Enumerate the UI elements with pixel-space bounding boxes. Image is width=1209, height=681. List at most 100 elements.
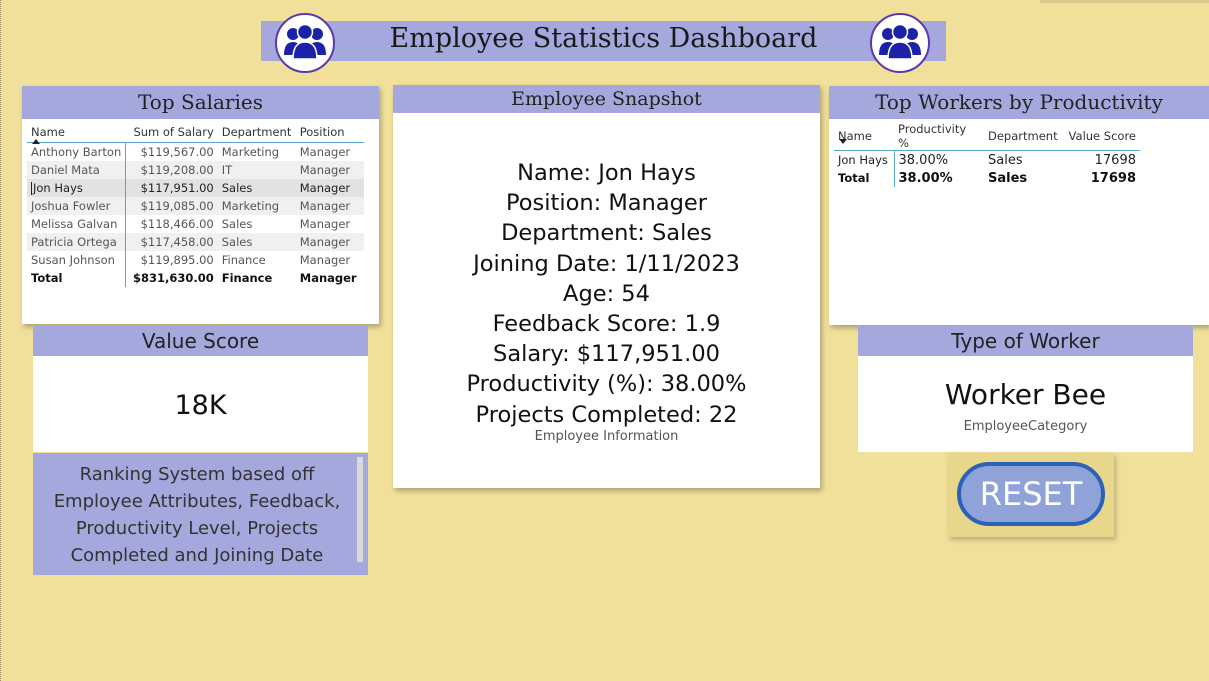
cell-total-department: Sales	[988, 170, 1028, 186]
cell-total-position: Manager	[299, 271, 357, 285]
cell-name: Jon Hays	[27, 179, 127, 197]
table-row[interactable]: Jon Hays 38.00% Sales 17698	[834, 150, 1140, 169]
table-row[interactable]: Susan Johnson $119,895.00 Finance Manage…	[27, 251, 364, 269]
cell-salary: $119,085.00	[125, 197, 218, 215]
cell-position: Manager	[295, 161, 364, 179]
cell-department: Sales	[221, 217, 253, 231]
table-row[interactable]: Anthony Barton $119,567.00 Marketing Man…	[27, 142, 364, 161]
sort-ascending-icon	[32, 139, 40, 144]
cell-department: Marketing	[217, 197, 296, 215]
snapshot-productivity: Productivity (%): 38.00%	[466, 371, 747, 398]
cell-name: Joshua Fowler	[27, 197, 127, 215]
table-row-selected[interactable]: Jon Hays $117,951.00 Sales Manager	[27, 179, 364, 197]
top-workers-title: Top Workers by Productivity	[829, 86, 1209, 119]
cell-productivity: 38.00%	[898, 152, 949, 168]
ranking-description-box: Ranking System based off Employee Attrib…	[33, 453, 368, 575]
people-group-icon	[870, 13, 930, 73]
cell-total-value-score: 17698	[1090, 170, 1136, 186]
table-row[interactable]: Joshua Fowler $119,085.00 Marketing Mana…	[27, 197, 364, 215]
column-header-salary[interactable]: Sum of Salary	[126, 122, 218, 143]
cell-position: Manager	[299, 253, 351, 267]
cell-name: Melissa Galvan	[27, 215, 127, 233]
cell-salary: $117,458.00	[125, 233, 218, 251]
top-salaries-card: Top Salaries Name Sum of Salary Departme…	[22, 86, 379, 324]
column-header-productivity[interactable]: Productivity %	[894, 122, 984, 151]
cell-department: IT	[217, 161, 296, 179]
snapshot-department: Department: Sales	[501, 220, 712, 247]
cell-position: Manager	[295, 233, 364, 251]
ranking-description: Ranking System based off Employee Attrib…	[53, 464, 341, 566]
column-header-department[interactable]: Department	[218, 122, 296, 143]
cell-total-department: Finance	[221, 271, 273, 285]
cell-name: Susan Johnson	[27, 251, 127, 269]
table-row[interactable]: Melissa Galvan $118,466.00 Sales Manager	[27, 215, 364, 233]
cell-salary: $117,951.00	[125, 179, 218, 197]
cell-salary: $118,466.00	[140, 217, 214, 231]
people-group-icon	[275, 13, 335, 73]
cell-department: Finance	[221, 253, 266, 267]
top-salaries-table: Name Sum of Salary Department Position A…	[27, 122, 364, 287]
snapshot-age: Age: 54	[563, 280, 650, 307]
table-row[interactable]: Patricia Ortega $117,458.00 Sales Manage…	[27, 233, 364, 251]
snapshot-joining-date: Joining Date: 1/11/2023	[473, 250, 740, 277]
column-header-department[interactable]: Department	[984, 122, 1062, 151]
cell-department: Marketing	[221, 145, 280, 159]
page-title: Employee Statistics Dashboard	[389, 23, 818, 54]
table-total-row: Total $831,630.00 Finance Manager	[27, 269, 364, 287]
cell-name: Patricia Ortega	[27, 233, 127, 251]
cell-salary: $119,208.00	[125, 161, 218, 179]
value-score-card: Value Score 18K	[33, 326, 368, 452]
cell-total-label: Total	[27, 269, 127, 287]
employee-snapshot-caption: Employee Information	[534, 429, 679, 444]
column-header-name[interactable]: Name	[27, 122, 126, 144]
snapshot-name: Name: Jon Hays	[517, 160, 696, 186]
top-workers-table: Name Productivity % Department Value Sco…	[834, 122, 1140, 187]
cell-total-label: Total	[834, 169, 895, 187]
table-total-row: Total 38.00% Sales 17698	[834, 169, 1140, 187]
cell-position: Manager	[295, 179, 364, 197]
cell-department: Sales	[988, 152, 1023, 168]
title-banner: Employee Statistics Dashboard	[261, 21, 946, 61]
scrollbar[interactable]	[357, 457, 363, 562]
snapshot-feedback-score: Feedback Score: 1.9	[492, 311, 721, 338]
column-header-value-score[interactable]: Value Score	[1062, 122, 1140, 151]
worker-type-value: Worker Bee	[944, 378, 1107, 411]
canvas-shadow	[1040, 0, 1209, 3]
value-score-title: Value Score	[33, 326, 368, 356]
cell-salary: $119,567.00	[140, 145, 214, 159]
cell-name: Daniel Mata	[27, 161, 127, 179]
value-score-value: 18K	[174, 390, 227, 421]
worker-type-card: Type of Worker Worker Bee EmployeeCatego…	[858, 326, 1193, 452]
cell-position: Manager	[299, 145, 351, 159]
cell-name: Anthony Barton	[27, 142, 127, 161]
table-header-row: Name Productivity % Department Value Sco…	[834, 122, 1140, 151]
cell-total-salary: $831,630.00	[132, 271, 214, 285]
sort-descending-icon	[839, 139, 847, 144]
column-header-position[interactable]: Position	[296, 122, 364, 143]
snapshot-position: Position: Manager	[506, 190, 707, 217]
cell-name: Jon Hays	[834, 150, 895, 169]
cell-salary: $119,895.00	[140, 253, 214, 267]
top-salaries-title: Top Salaries	[22, 86, 379, 119]
reset-button-container: RESET	[948, 453, 1114, 537]
employee-snapshot-title: Employee Snapshot	[393, 85, 820, 113]
column-header-name[interactable]: Name	[834, 122, 894, 151]
employee-snapshot-details: Name: Jon Hays Position: Manager Departm…	[393, 158, 820, 430]
top-workers-card: Top Workers by Productivity Name Product…	[829, 86, 1209, 325]
worker-type-label: EmployeeCategory	[963, 419, 1088, 434]
snapshot-projects-completed: Projects Completed: 22	[475, 401, 738, 428]
cell-department: Sales	[217, 233, 296, 251]
employee-snapshot-card: Employee Snapshot Name: Jon Hays Positio…	[393, 85, 820, 488]
canvas-edge	[0, 0, 1, 681]
text-cursor	[31, 182, 32, 195]
table-header-row: Name Sum of Salary Department Position	[27, 122, 364, 144]
table-row[interactable]: Daniel Mata $119,208.00 IT Manager	[27, 161, 364, 179]
cell-total-productivity: 38.00%	[898, 170, 953, 186]
worker-type-title: Type of Worker	[858, 326, 1193, 356]
cell-position: Manager	[299, 217, 351, 231]
reset-button[interactable]: RESET	[957, 462, 1105, 526]
cell-department: Sales	[217, 179, 296, 197]
snapshot-salary: Salary: $117,951.00	[493, 341, 720, 368]
cell-value-score: 17698	[1094, 152, 1136, 168]
cell-position: Manager	[295, 197, 364, 215]
